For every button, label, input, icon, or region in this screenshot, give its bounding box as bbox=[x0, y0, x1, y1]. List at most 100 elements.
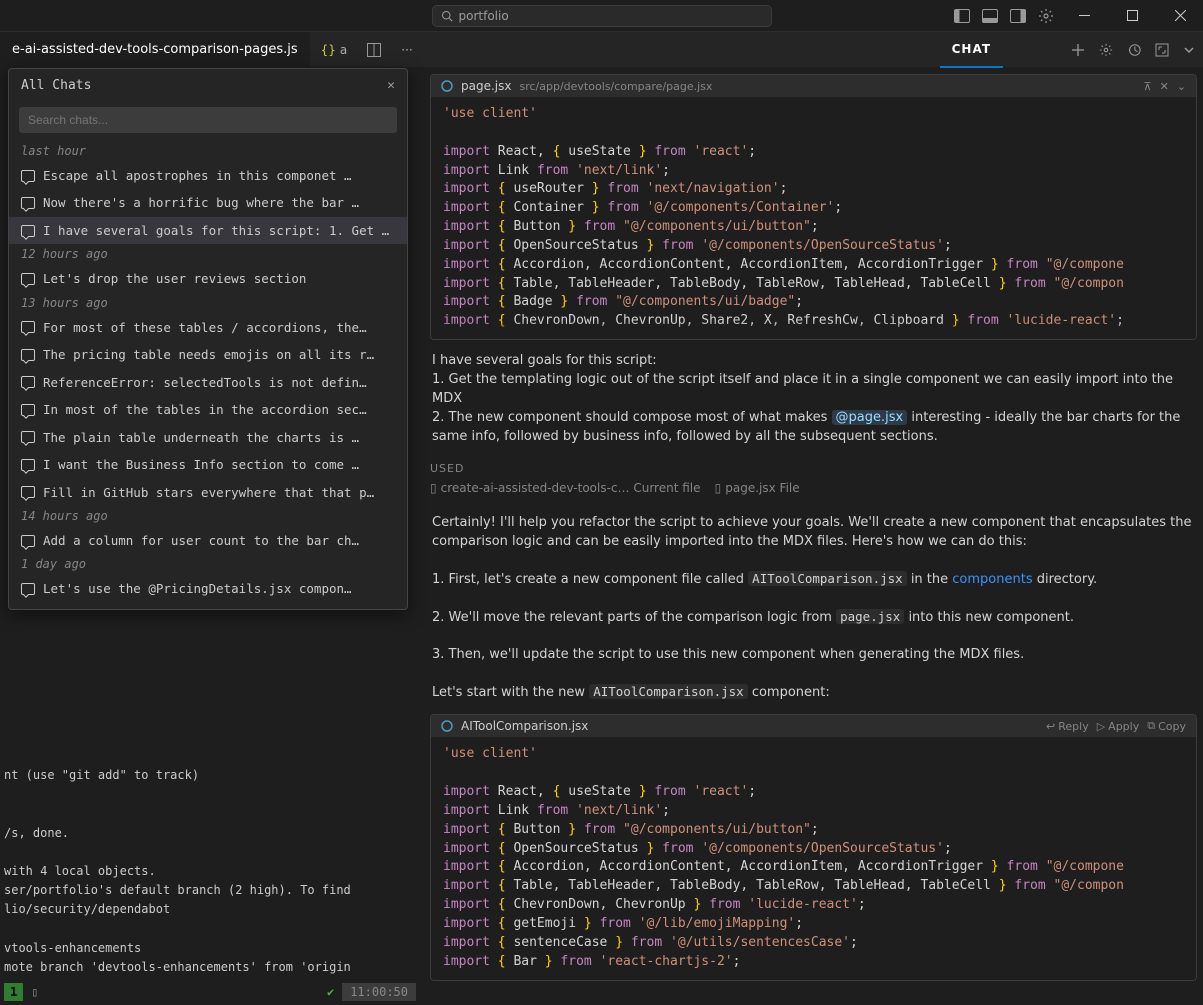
chat-bubble-icon bbox=[21, 321, 35, 333]
history-icon[interactable] bbox=[1123, 41, 1145, 59]
chat-bubble-icon bbox=[21, 273, 35, 285]
assistant-message: 2. We'll move the relevant parts of the … bbox=[430, 604, 1197, 632]
file-mention[interactable]: @page.jsx bbox=[832, 410, 908, 425]
close-icon[interactable]: ✕ bbox=[387, 77, 395, 95]
file-tab-label: e-ai-assisted-dev-tools-comparison-pages… bbox=[12, 42, 298, 57]
used-file-chip[interactable]: ▯ create-ai-assisted-dev-tools-c… Curren… bbox=[430, 481, 701, 495]
chat-search-input[interactable] bbox=[19, 107, 397, 133]
layout-left-icon[interactable] bbox=[949, 3, 975, 29]
chat-item[interactable]: I have several goals for this script: 1.… bbox=[9, 217, 407, 245]
chat-panel: page.jsx src/app/devtools/compare/page.j… bbox=[420, 68, 1203, 1005]
chevron-down-icon[interactable]: ⌄ bbox=[1177, 80, 1186, 93]
chat-item[interactable]: The plain table underneath the charts is… bbox=[9, 424, 407, 452]
chat-bubble-icon bbox=[21, 583, 35, 595]
msg-line: I have several goals for this script: bbox=[432, 352, 1195, 371]
chat-item-label: Let's drop the user reviews section bbox=[43, 270, 306, 288]
editor-terminal-area: All Chats ✕ last hour Escape all apostrop… bbox=[0, 68, 420, 1005]
status-check: ✔ bbox=[327, 984, 334, 1001]
chat-tab[interactable]: CHAT bbox=[940, 32, 1003, 68]
copy-button[interactable]: ⧉ Copy bbox=[1147, 719, 1186, 733]
chat-item[interactable]: ReferenceError: selectedTools is not def… bbox=[9, 369, 407, 397]
chat-item-label: Escape all apostrophes in this componet … bbox=[43, 167, 352, 185]
code-card-page-jsx: page.jsx src/app/devtools/compare/page.j… bbox=[430, 74, 1197, 340]
chat-item[interactable]: Add a column for user count to the bar c… bbox=[9, 527, 407, 555]
msg-line: 1. Get the templating logic out of the s… bbox=[432, 371, 1195, 409]
used-file-chip[interactable]: ▯ page.jsx File bbox=[715, 481, 800, 495]
chat-item[interactable]: Escape all apostrophes in this componet … bbox=[9, 162, 407, 190]
assistant-message: 1. First, let's create a new component f… bbox=[430, 566, 1197, 594]
tab-row: e-ai-assisted-dev-tools-comparison-pages… bbox=[0, 32, 1203, 68]
chat-section-label: 1 day ago bbox=[9, 554, 407, 575]
chat-item-label: For most of these tables / accordions, t… bbox=[43, 319, 367, 337]
code-filepath: src/app/devtools/compare/page.jsx bbox=[519, 80, 712, 93]
chat-item[interactable]: Now there's a horrific bug where the bar… bbox=[9, 189, 407, 217]
chat-item[interactable]: I want the Business Info section to come… bbox=[9, 451, 407, 479]
file-icon bbox=[441, 80, 453, 92]
chat-item[interactable]: The pricing table needs emojis on all it… bbox=[9, 341, 407, 369]
code-filename: page.jsx bbox=[461, 79, 511, 93]
file-tab[interactable]: e-ai-assisted-dev-tools-comparison-pages… bbox=[0, 32, 311, 67]
code-body: 'use client' import React, { useState } … bbox=[431, 97, 1196, 339]
chat-item[interactable]: Let's drop the user reviews section bbox=[9, 265, 407, 293]
code-body: 'use client' import React, { useState } … bbox=[431, 737, 1196, 979]
chat-item-label: Now there's a horrific bug where the bar… bbox=[43, 194, 359, 212]
apply-button[interactable]: ▷ Apply bbox=[1097, 720, 1140, 733]
assistant-message: Certainly! I'll help you refactor the sc… bbox=[430, 510, 1197, 556]
overflow-menu[interactable]: ··· bbox=[391, 32, 422, 67]
chat-section-label: last hour bbox=[9, 141, 407, 162]
add-icon[interactable] bbox=[1067, 41, 1089, 59]
link[interactable]: components bbox=[952, 572, 1032, 587]
layout-right-icon[interactable] bbox=[1005, 3, 1031, 29]
window-maximize[interactable] bbox=[1109, 0, 1155, 32]
chat-item-label: The pricing table needs emojis on all it… bbox=[43, 346, 374, 364]
chat-item-label: Add a column for user count to the bar c… bbox=[43, 532, 359, 550]
chat-bubble-icon bbox=[21, 349, 35, 361]
msg-line: 2. The new component should compose most… bbox=[432, 409, 1195, 447]
pin-icon[interactable]: ⊼ bbox=[1144, 80, 1152, 93]
window-close[interactable] bbox=[1157, 0, 1203, 32]
chat-item[interactable]: In most of the tables in the accordion s… bbox=[9, 396, 407, 424]
used-label: USED bbox=[430, 462, 1197, 475]
expand-icon[interactable] bbox=[1151, 41, 1173, 59]
window-minimize[interactable] bbox=[1061, 0, 1107, 32]
gear-icon[interactable] bbox=[1095, 41, 1117, 59]
chevron-down-icon[interactable] bbox=[1179, 42, 1199, 58]
code-card-aitoolcomparison: AIToolComparison.jsx ↩ Reply ▷ Apply ⧉ C… bbox=[430, 714, 1197, 980]
json-tab[interactable]: {}a bbox=[311, 32, 358, 67]
titlebar: portfolio bbox=[0, 0, 1203, 32]
chat-list-title: All Chats bbox=[21, 77, 91, 95]
chat-item-label: ReferenceError: selectedTools is not def… bbox=[43, 374, 367, 392]
chat-item-label: I want the Business Info section to come… bbox=[43, 456, 359, 474]
assistant-message: 3. Then, we'll update the script to use … bbox=[430, 642, 1197, 669]
chat-bubble-icon bbox=[21, 376, 35, 388]
split-icon[interactable] bbox=[357, 32, 391, 67]
titlebar-search-text: portfolio bbox=[459, 9, 509, 23]
status-time: 11:00:50 bbox=[342, 983, 416, 1002]
chat-list-popup: All Chats ✕ last hour Escape all apostrop… bbox=[8, 68, 408, 610]
chat-bubble-icon bbox=[21, 486, 35, 498]
chat-bubble-icon bbox=[21, 197, 35, 209]
titlebar-search[interactable]: portfolio bbox=[432, 5, 772, 27]
chat-bubble-icon bbox=[21, 404, 35, 416]
chat-bubble-icon bbox=[21, 225, 35, 237]
chat-section-label: 13 hours ago bbox=[9, 293, 407, 314]
chat-item-label: In most of the tables in the accordion s… bbox=[43, 401, 367, 419]
user-message: I have several goals for this script: 1.… bbox=[430, 348, 1197, 450]
layout-bottom-icon[interactable] bbox=[977, 3, 1003, 29]
chat-item-label: I have several goals for this script: 1.… bbox=[43, 222, 389, 240]
chat-bubble-icon bbox=[21, 170, 35, 182]
chat-item-label: The plain table underneath the charts is… bbox=[43, 429, 359, 447]
assistant-message: Let's start with the new AIToolCompariso… bbox=[430, 679, 1197, 707]
chat-item[interactable]: Let's use the @PricingDetails.jsx compon… bbox=[9, 575, 407, 603]
reply-button[interactable]: ↩ Reply bbox=[1046, 720, 1089, 733]
chat-item-label: Fill in GitHub stars everywhere that tha… bbox=[43, 484, 374, 502]
gear-icon[interactable] bbox=[1033, 3, 1059, 29]
chat-bubble-icon bbox=[21, 535, 35, 547]
chat-section-label: 12 hours ago bbox=[9, 244, 407, 265]
close-icon[interactable]: ✕ bbox=[1160, 80, 1169, 93]
chat-item[interactable]: Fill in GitHub stars everywhere that tha… bbox=[9, 479, 407, 507]
chat-section-label: 14 hours ago bbox=[9, 506, 407, 527]
chat-item[interactable]: For most of these tables / accordions, t… bbox=[9, 314, 407, 342]
terminal-output: nt (use "git add" to track) /s, done. wi… bbox=[0, 766, 420, 977]
file-icon bbox=[441, 720, 453, 732]
